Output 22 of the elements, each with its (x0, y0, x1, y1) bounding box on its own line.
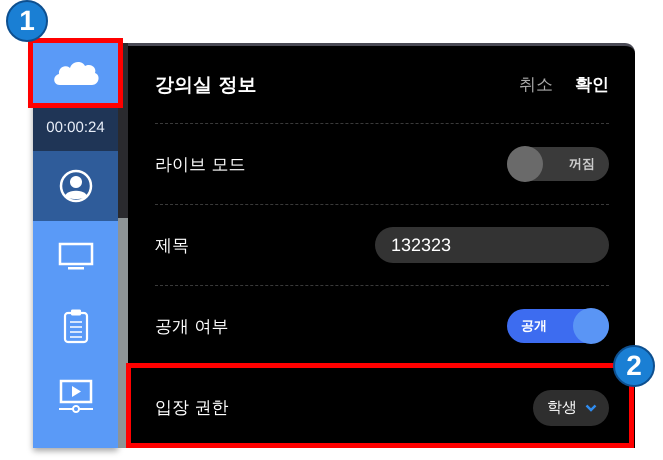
cancel-button[interactable]: 취소 (519, 73, 553, 96)
cloud-button[interactable] (33, 43, 118, 103)
confirm-button[interactable]: 확인 (575, 73, 609, 96)
title-input[interactable]: 132323 (375, 227, 609, 263)
monitor-icon (58, 242, 94, 270)
clipboard-icon (62, 308, 88, 344)
chevron-down-icon (585, 404, 597, 412)
field-label: 입장 권한 (155, 397, 228, 419)
field-label: 공개 여부 (155, 316, 228, 338)
cloud-icon (52, 59, 100, 87)
step-badge: 2 (613, 345, 655, 387)
toggle-switch[interactable]: 공개 (507, 309, 609, 343)
step-badge: 1 (6, 0, 48, 42)
profile-button[interactable] (33, 151, 118, 221)
video-icon (58, 379, 94, 413)
user-icon (58, 169, 92, 203)
toggle-switch[interactable]: 꺼짐 (507, 147, 609, 181)
screen-button[interactable] (33, 221, 118, 291)
field-label: 라이브 모드 (155, 154, 246, 176)
role-dropdown[interactable]: 학생 (533, 390, 609, 426)
field-label: 제목 (155, 234, 189, 256)
panel-title: 강의실 정보 (155, 72, 257, 98)
